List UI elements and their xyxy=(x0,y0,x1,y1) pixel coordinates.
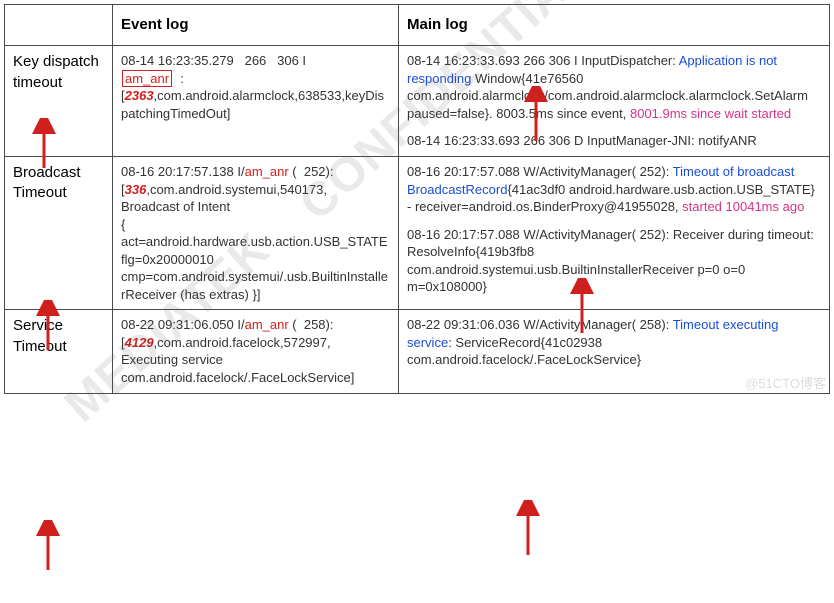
main-log-cell: 08-22 09:31:06.036 W/ActivityManager( 25… xyxy=(399,310,830,393)
row-label: Key dispatch timeout xyxy=(5,46,113,157)
am-anr-tag: am_anr xyxy=(245,164,289,179)
text: ,com.android.alarmclock,638533,keyDispat… xyxy=(121,88,384,121)
arrow-icon xyxy=(514,500,544,560)
event-log-cell: 08-22 09:31:06.050 I/am_anr ( 258): [412… xyxy=(113,310,399,393)
table-row: Key dispatch timeout 08-14 16:23:35.279 … xyxy=(5,46,830,157)
am-anr-tag: am_anr xyxy=(245,317,289,332)
am-anr-tag: am_anr xyxy=(125,71,169,86)
text: 08-14 16:23:33.693 266 306 I InputDispat… xyxy=(407,53,679,68)
row-label: Broadcast Timeout xyxy=(5,156,113,309)
text: 08-22 09:31:06.036 W/ActivityManager( 25… xyxy=(407,317,673,332)
highlight-pink: started 10041ms ago xyxy=(682,199,804,214)
text: 08-14 16:23:35.279 266 306 I xyxy=(121,53,306,68)
table-row: Broadcast Timeout 08-16 20:17:57.138 I/a… xyxy=(5,156,830,309)
text: 08-14 16:23:33.693 266 306 D InputManage… xyxy=(407,133,757,148)
text: ,com.android.facelock,572997, Executing … xyxy=(121,335,354,385)
text: ,com.android.systemui,540173, Broadcast … xyxy=(121,182,391,302)
header-event-log: Event log xyxy=(113,5,399,46)
text: 08-16 20:17:57.138 I/ xyxy=(121,164,245,179)
pid-value: 2363 xyxy=(125,88,154,103)
highlight-pink: 8001.9ms since wait started xyxy=(630,106,791,121)
row-label: Service Timeout xyxy=(5,310,113,393)
arrow-icon xyxy=(34,520,64,575)
event-log-cell: 08-16 20:17:57.138 I/am_anr ( 252): [336… xyxy=(113,156,399,309)
header-blank xyxy=(5,5,113,46)
text: 08-16 20:17:57.088 W/ActivityManager( 25… xyxy=(407,164,673,179)
event-log-cell: 08-14 16:23:35.279 266 306 I am_anr : [2… xyxy=(113,46,399,157)
main-log-cell: 08-14 16:23:33.693 266 306 I InputDispat… xyxy=(399,46,830,157)
table-header-row: Event log Main log xyxy=(5,5,830,46)
log-table: Event log Main log Key dispatch timeout … xyxy=(4,4,830,394)
table-row: Service Timeout 08-22 09:31:06.050 I/am_… xyxy=(5,310,830,393)
text: 08-16 20:17:57.088 W/ActivityManager( 25… xyxy=(407,227,814,295)
main-log-cell: 08-16 20:17:57.088 W/ActivityManager( 25… xyxy=(399,156,830,309)
header-main-log: Main log xyxy=(399,5,830,46)
pid-value: 336 xyxy=(125,182,147,197)
pid-value: 4129 xyxy=(125,335,154,350)
text: 08-22 09:31:06.050 I/ xyxy=(121,317,245,332)
